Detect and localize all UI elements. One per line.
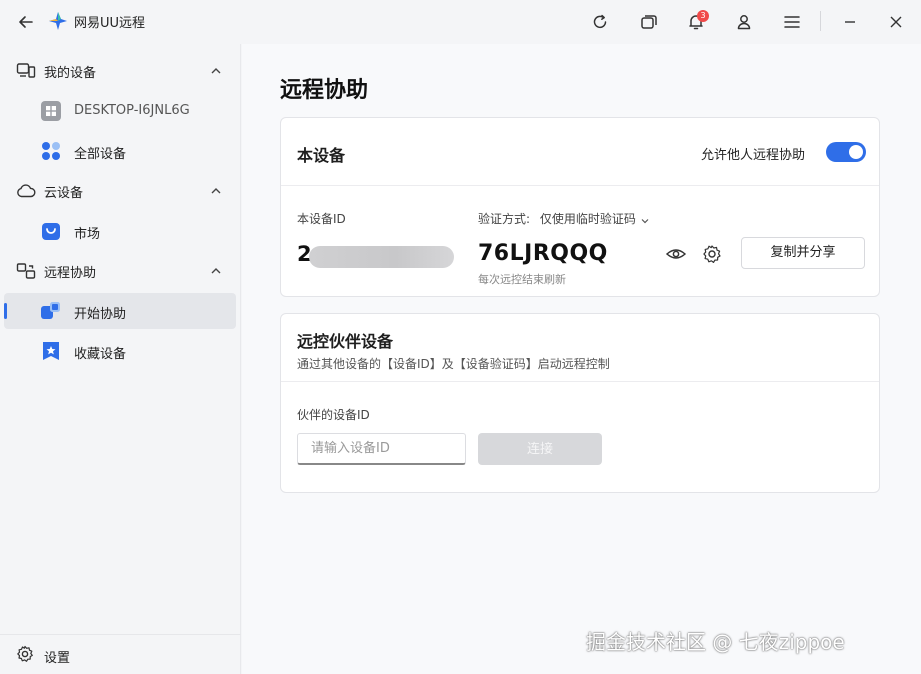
partner-device-card: 远控伙伴设备 通过其他设备的【设备ID】及【设备验证码】启动远程控制 伙伴的设备… [280,313,880,493]
cloud-icon [16,182,36,200]
active-indicator [4,303,7,319]
partner-id-label: 伙伴的设备ID [297,408,370,422]
partner-device-heading: 远控伙伴设备 [297,332,394,351]
sidebar-item-all-devices[interactable]: 全部设备 [4,133,236,169]
title-bar: 网易UU远程 3 [0,0,921,44]
sidebar-group-my-devices[interactable]: 我的设备 [0,51,241,91]
market-bag-icon [41,221,61,241]
partner-device-subtitle: 通过其他设备的【设备ID】及【设备验证码】启动远程控制 [297,357,610,371]
sidebar-group-label: 远程协助 [44,266,97,281]
this-device-heading: 本设备 [297,146,346,165]
sidebar-group-remote-assist[interactable]: 远程协助 [0,251,241,291]
sidebar-item-label: 收藏设备 [74,347,127,362]
back-arrow-icon[interactable] [14,10,38,34]
allow-remote-label: 允许他人远程协助 [701,148,806,163]
settings-label: 设置 [44,651,71,666]
partner-id-input[interactable] [297,433,466,465]
partner-device-header: 远控伙伴设备 通过其他设备的【设备ID】及【设备验证码】启动远程控制 [281,314,879,382]
window-switch-icon[interactable] [637,10,661,34]
watermark: 掘金技术社区 @ 七夜zippoe [586,630,845,654]
sidebar-item-favorites[interactable]: 收藏设备 [4,333,236,369]
copy-share-button[interactable]: 复制并分享 [741,237,865,269]
remote-icon [16,262,36,280]
verify-label: 验证方式: [478,212,531,226]
connect-button[interactable]: 连接 [478,433,602,465]
bell-icon[interactable]: 3 [684,10,709,34]
grid-dots-icon [41,141,61,161]
page-title: 远程协助 [280,78,369,103]
sidebar-item-label: 全部设备 [74,147,127,162]
notification-badge: 3 [697,10,709,22]
main-content: 远程协助 本设备 允许他人远程协助 本设备ID 2 验证方式: 仅使用临时验证码… [242,44,921,674]
sidebar-item-desktop[interactable]: DESKTOP-I6JNL6G [4,93,236,129]
gear-icon[interactable] [700,242,724,266]
sidebar: 我的设备 DESKTOP-I6JNL6G 全部设备 云设备 市场 远程协助 开始… [0,44,241,674]
toggle-knob [849,145,863,159]
start-assist-icon [41,301,61,321]
eye-icon[interactable] [664,242,688,266]
sidebar-item-label: 市场 [74,227,101,242]
sidebar-group-label: 云设备 [44,186,84,201]
device-id-redaction [309,246,454,268]
menu-icon[interactable] [780,10,804,34]
refresh-icon[interactable] [588,10,612,34]
allow-remote-toggle[interactable] [826,142,866,162]
device-id-label: 本设备ID [297,212,346,226]
user-icon[interactable] [732,10,756,34]
verify-mode-value: 仅使用临时验证码 [539,212,636,226]
sidebar-group-cloud-devices[interactable]: 云设备 [0,171,241,211]
app-title: 网易UU远程 [74,16,146,31]
minimize-icon[interactable] [838,10,862,34]
sidebar-item-market[interactable]: 市场 [4,213,236,249]
code-refresh-note: 每次远控结束刷新 [478,273,566,286]
chevron-up-icon[interactable] [208,63,224,79]
gear-icon [16,645,34,663]
verify-mode-dropdown[interactable]: 验证方式: 仅使用临时验证码 [478,210,650,227]
this-device-header: 本设备 允许他人远程协助 [281,118,879,186]
monitor-icon [16,62,36,80]
chevron-down-icon [640,215,650,225]
uu-logo-icon [48,11,68,31]
sidebar-item-label: 开始协助 [74,307,127,322]
device-id-value: 2 [297,242,454,270]
sidebar-item-label: DESKTOP-I6JNL6G [74,103,190,118]
star-bookmark-icon [41,341,61,361]
close-icon[interactable] [884,10,908,34]
titlebar-divider [820,11,821,31]
verification-code: 76LJRQQQ [478,241,608,266]
chevron-up-icon[interactable] [208,183,224,199]
sidebar-item-start-assist[interactable]: 开始协助 [4,293,236,329]
settings-button[interactable]: 设置 [0,634,241,670]
this-device-card: 本设备 允许他人远程协助 本设备ID 2 验证方式: 仅使用临时验证码 76LJ… [280,117,880,297]
sidebar-group-label: 我的设备 [44,66,97,81]
chevron-up-icon[interactable] [208,263,224,279]
windows-icon [41,101,61,121]
